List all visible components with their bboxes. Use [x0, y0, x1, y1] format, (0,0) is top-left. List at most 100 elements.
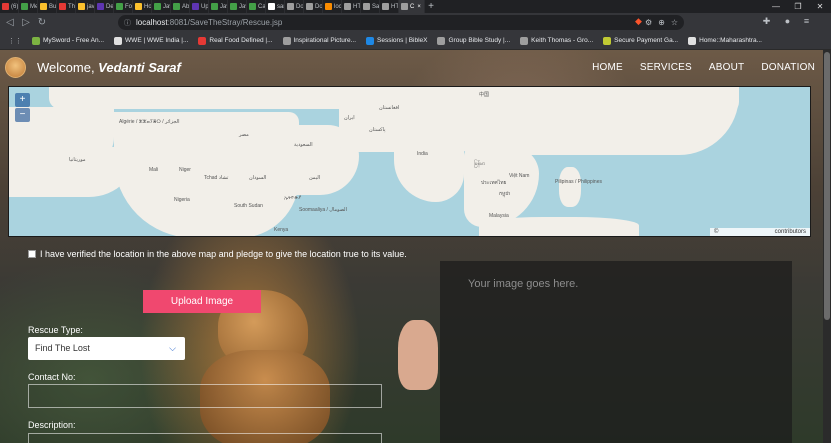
browser-tab[interactable]: Java	[228, 0, 247, 13]
browser-tab[interactable]: HTT	[342, 0, 361, 13]
apps-icon[interactable]: ⋮⋮	[8, 37, 22, 45]
bookmark-favicon-icon	[366, 36, 375, 45]
close-window-icon[interactable]: ✕	[809, 0, 831, 13]
menu-icon[interactable]: ≡	[800, 15, 813, 28]
reload-icon[interactable]: ↻	[34, 17, 50, 28]
map-attribution-link[interactable]: contributors	[775, 229, 806, 235]
map-label-mauritania: موريتانيا	[69, 157, 86, 163]
bookmark-label: Real Food Defined |...	[209, 37, 273, 44]
nav-home[interactable]: HOME	[592, 62, 623, 73]
site-logo[interactable]	[5, 57, 26, 78]
bookmark-label: Keith Thomas - Gro...	[531, 37, 594, 44]
brave-shield-icon[interactable]: ◆	[632, 15, 645, 28]
browser-tab[interactable]: local	[323, 0, 342, 13]
site-info-icon[interactable]: ⓘ	[124, 18, 131, 28]
browser-tab[interactable]: Java	[152, 0, 171, 13]
verify-checkbox[interactable]	[28, 250, 36, 258]
address-bar[interactable]: ⓘ localhost:8081/SaveTheStray/Rescue.jsp…	[118, 15, 684, 30]
maximize-icon[interactable]: ❐	[787, 0, 809, 13]
browser-tab[interactable]: Butt	[38, 0, 57, 13]
tab-title: HTT	[391, 3, 399, 10]
map-land-china	[449, 87, 739, 155]
browser-tab[interactable]: Mem	[19, 0, 38, 13]
welcome-prefix: Welcome,	[37, 60, 99, 75]
tab-favicon-icon	[192, 3, 199, 10]
contact-input[interactable]	[28, 384, 382, 408]
browser-tab[interactable]: Doc	[304, 0, 323, 13]
tab-favicon-icon	[173, 3, 180, 10]
rescue-type-select[interactable]: Find The Lost ⌵	[28, 337, 185, 360]
tab-title: javas	[87, 3, 95, 10]
tab-title: Dem	[106, 3, 114, 10]
map-label-pakistan: پاکستان	[369, 127, 386, 133]
bookmark-item[interactable]: Keith Thomas - Gro...	[520, 36, 594, 45]
url-path: :8081/SaveTheStray/Rescue.jsp	[167, 18, 283, 27]
browser-tab[interactable]: Abst	[171, 0, 190, 13]
bookmark-item[interactable]: MySword - Free An...	[32, 36, 105, 45]
extensions-icon[interactable]: ✚	[760, 15, 773, 28]
map-label-china: 中国	[479, 92, 490, 98]
bookmark-item[interactable]: Secure Payment Ga...	[603, 36, 678, 45]
browser-tab[interactable]: Upc	[190, 0, 209, 13]
browser-tab[interactable]: For	[114, 0, 133, 13]
browser-tab[interactable]: How	[133, 0, 152, 13]
upload-image-button[interactable]: Upload Image	[143, 290, 261, 313]
star-bookmark-icon[interactable]: ☆	[671, 18, 678, 27]
map-label-niger: Niger	[179, 167, 191, 173]
browser-tab-strip: (6) T Mem Butt The javas Dem For How Java Abst Upc…	[0, 0, 831, 13]
map-label-sudan: السودان	[249, 175, 267, 181]
map-zoom-out-button[interactable]: −	[15, 108, 30, 122]
copyright-icon: ©	[714, 229, 719, 235]
tab-favicon-icon	[21, 3, 28, 10]
tab-favicon-icon	[40, 3, 47, 10]
bookmark-item[interactable]: Real Food Defined |...	[198, 36, 273, 45]
nav-donation[interactable]: DONATION	[761, 62, 815, 73]
scrollbar-thumb[interactable]	[824, 52, 830, 320]
tab-favicon-icon	[344, 3, 351, 10]
browser-tab[interactable]: sam	[266, 0, 285, 13]
map-land-japan	[699, 87, 739, 117]
map-label-nigeria: Nigeria	[174, 197, 190, 203]
browser-tab[interactable]: Can	[247, 0, 266, 13]
map-label-yemen: اليمن	[309, 175, 321, 181]
browser-tab[interactable]: Java	[209, 0, 228, 13]
active-tab[interactable]: C ×	[399, 0, 425, 13]
page-scrollbar[interactable]	[823, 50, 831, 443]
nav-about[interactable]: ABOUT	[709, 62, 744, 73]
close-tab-icon[interactable]: ×	[417, 4, 421, 10]
browser-tab[interactable]: The	[57, 0, 76, 13]
browser-tab[interactable]: javas	[76, 0, 95, 13]
map-zoom-in-button[interactable]: +	[15, 93, 30, 107]
zoom-icon[interactable]: ⊕	[658, 18, 665, 27]
profile-icon[interactable]: ●	[781, 15, 794, 28]
chevron-down-icon: ⌵	[169, 343, 176, 353]
bookmark-item[interactable]: Group Bible Study |...	[437, 36, 510, 45]
new-tab-button[interactable]: +	[425, 1, 437, 12]
bookmark-item[interactable]: Sessions | BibleX	[366, 36, 427, 45]
map-label-ethiopia: ኢትዮጵያ	[284, 195, 302, 201]
back-icon[interactable]: ◁	[2, 17, 18, 28]
map-label-thailand: ประเทศไทย	[481, 180, 507, 186]
browser-toolbar: ◁ ▷ ↻ ⓘ localhost:8081/SaveTheStray/Resc…	[0, 13, 831, 32]
browser-tab[interactable]: Don	[285, 0, 304, 13]
bookmark-item[interactable]: Inspirational Picture...	[282, 36, 356, 45]
site-settings-icon[interactable]: ⚙	[645, 18, 652, 27]
minimize-icon[interactable]: —	[765, 0, 787, 13]
description-input[interactable]	[28, 433, 382, 443]
nav-services[interactable]: SERVICES	[640, 62, 692, 73]
map-label-iran: ایران	[344, 115, 355, 121]
browser-tab[interactable]: HTT	[380, 0, 399, 13]
location-map[interactable]: 中国 Algérie / ⵣⵣⴰⵢⴻⵔ / الجزائر موريتانيا …	[8, 86, 811, 237]
browser-tab[interactable]: (6) T	[0, 0, 19, 13]
browser-tab[interactable]: Dem	[95, 0, 114, 13]
forward-icon[interactable]: ▷	[18, 17, 34, 28]
bookmark-item[interactable]: Home::Maharashtra...	[688, 36, 762, 45]
browser-tab[interactable]: Save	[361, 0, 380, 13]
bookmark-item[interactable]: WWE | WWE India |...	[114, 36, 188, 45]
map-attribution: © contributors	[710, 228, 810, 236]
bookmark-favicon-icon	[603, 36, 612, 45]
tab-title: For	[125, 3, 133, 10]
bookmark-label: MySword - Free An...	[43, 37, 105, 44]
tab-title: Java	[239, 3, 246, 10]
welcome-message: Welcome, Vedanti Saraf	[37, 60, 181, 75]
